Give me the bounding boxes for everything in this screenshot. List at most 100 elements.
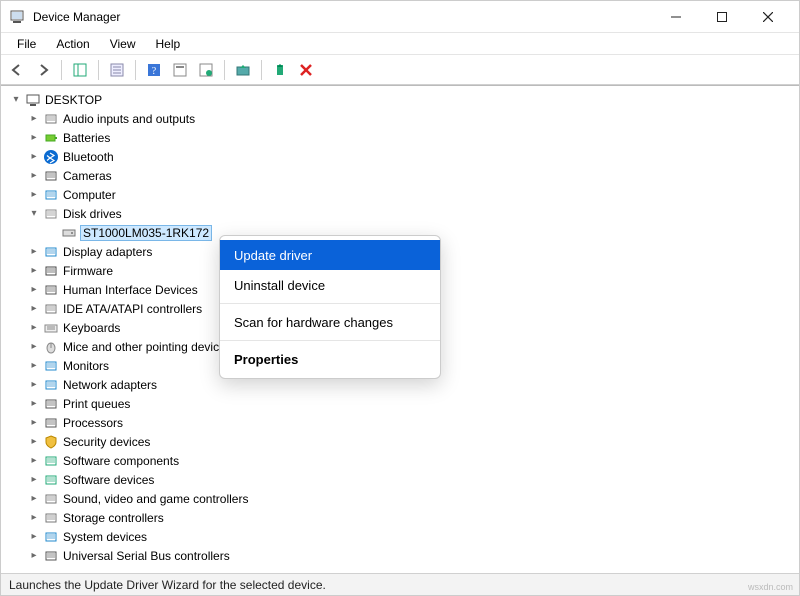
expander-closed-icon[interactable]: ▸: [27, 150, 41, 164]
forward-button[interactable]: [31, 58, 55, 82]
help-button[interactable]: ?: [142, 58, 166, 82]
expander-open-icon[interactable]: ▾: [27, 207, 41, 221]
category-label: Mice and other pointing devices: [63, 340, 232, 354]
tree-category[interactable]: ▾ Disk drives: [9, 204, 799, 223]
tree-category[interactable]: ▸ Software components: [9, 451, 799, 470]
expander-closed-icon[interactable]: ▸: [27, 416, 41, 430]
category-label: Processors: [63, 416, 123, 430]
category-icon: [43, 472, 59, 488]
expander-closed-icon[interactable]: ▸: [27, 492, 41, 506]
window-title: Device Manager: [33, 10, 120, 24]
tree-category[interactable]: ▸ Software devices: [9, 470, 799, 489]
maximize-button[interactable]: [699, 1, 745, 33]
tree-category[interactable]: ▸Cameras: [9, 166, 799, 185]
expander-closed-icon[interactable]: ▸: [27, 112, 41, 126]
menu-help[interactable]: Help: [146, 35, 191, 53]
category-icon: [43, 510, 59, 526]
tree-category[interactable]: ▸ Print queues: [9, 394, 799, 413]
back-button[interactable]: [5, 58, 29, 82]
expander-closed-icon[interactable]: ▸: [27, 302, 41, 316]
category-label: Bluetooth: [63, 150, 114, 164]
expander-closed-icon[interactable]: ▸: [27, 473, 41, 487]
category-icon: [43, 301, 59, 317]
tree-category[interactable]: ▸ Processors: [9, 413, 799, 432]
expander-closed-icon[interactable]: ▸: [27, 378, 41, 392]
category-label: Disk drives: [63, 207, 122, 221]
tree-root[interactable]: ▾ DESKTOP: [9, 90, 799, 109]
context-uninstall-device[interactable]: Uninstall device: [220, 270, 440, 300]
update-driver-button[interactable]: [231, 58, 255, 82]
tree-category[interactable]: ▸Sound, video and game controllers: [9, 489, 799, 508]
expander-closed-icon[interactable]: ▸: [27, 169, 41, 183]
expander-closed-icon[interactable]: ▸: [27, 454, 41, 468]
uninstall-device-button[interactable]: [294, 58, 318, 82]
category-icon: [43, 130, 59, 146]
menu-view[interactable]: View: [100, 35, 146, 53]
category-label: Universal Serial Bus controllers: [63, 549, 230, 563]
tree-category[interactable]: ▸System devices: [9, 527, 799, 546]
expander-closed-icon[interactable]: ▸: [27, 397, 41, 411]
category-label: Network adapters: [63, 378, 157, 392]
expander-closed-icon[interactable]: ▸: [27, 283, 41, 297]
tree-category[interactable]: ▸ Bluetooth: [9, 147, 799, 166]
context-properties[interactable]: Properties: [220, 344, 440, 374]
category-label: Human Interface Devices: [63, 283, 198, 297]
category-label: Software devices: [63, 473, 154, 487]
category-icon: [43, 168, 59, 184]
close-button[interactable]: [745, 1, 791, 33]
expander-closed-icon[interactable]: ▸: [27, 245, 41, 259]
category-label: Print queues: [63, 397, 130, 411]
expander-closed-icon[interactable]: ▸: [27, 530, 41, 544]
toolbar-separator: [98, 60, 99, 80]
expander-closed-icon[interactable]: ▸: [27, 264, 41, 278]
status-bar: Launches the Update Driver Wizard for th…: [1, 573, 799, 595]
category-label: Security devices: [63, 435, 150, 449]
category-icon: [43, 529, 59, 545]
category-icon: [43, 244, 59, 260]
tree-category[interactable]: ▸Batteries: [9, 128, 799, 147]
expander-closed-icon[interactable]: ▸: [27, 131, 41, 145]
context-separator: [220, 340, 440, 341]
category-label: Monitors: [63, 359, 109, 373]
properties-button[interactable]: [105, 58, 129, 82]
show-hide-tree-button[interactable]: [68, 58, 92, 82]
minimize-button[interactable]: [653, 1, 699, 33]
context-update-driver-label: Update driver: [234, 248, 312, 263]
computer-icon: [25, 92, 41, 108]
enable-device-button[interactable]: [268, 58, 292, 82]
context-scan-hardware[interactable]: Scan for hardware changes: [220, 307, 440, 337]
category-icon: [43, 491, 59, 507]
tree-category[interactable]: ▸ Security devices: [9, 432, 799, 451]
refresh-button[interactable]: [194, 58, 218, 82]
tree-category[interactable]: ▸Storage controllers: [9, 508, 799, 527]
expander-closed-icon[interactable]: ▸: [27, 435, 41, 449]
category-icon: [43, 206, 59, 222]
category-icon: [43, 548, 59, 564]
category-icon: [43, 358, 59, 374]
toolbar-separator: [261, 60, 262, 80]
expander-closed-icon[interactable]: ▸: [27, 340, 41, 354]
action-button[interactable]: [168, 58, 192, 82]
expander-closed-icon[interactable]: ▸: [27, 321, 41, 335]
tree-category[interactable]: ▸Audio inputs and outputs: [9, 109, 799, 128]
category-icon: [43, 263, 59, 279]
expander-closed-icon[interactable]: ▸: [27, 359, 41, 373]
expander-closed-icon[interactable]: ▸: [27, 511, 41, 525]
root-label: DESKTOP: [45, 93, 102, 107]
context-uninstall-device-label: Uninstall device: [234, 278, 325, 293]
svg-text:?: ?: [152, 66, 157, 77]
context-menu: Update driver Uninstall device Scan for …: [219, 235, 441, 379]
category-label: Software components: [63, 454, 179, 468]
context-update-driver[interactable]: Update driver: [220, 240, 440, 270]
menu-file[interactable]: File: [7, 35, 46, 53]
menu-action[interactable]: Action: [46, 35, 99, 53]
tree-category[interactable]: ▸ Universal Serial Bus controllers: [9, 546, 799, 565]
expander-closed-icon[interactable]: ▸: [27, 188, 41, 202]
category-icon: [43, 396, 59, 412]
context-separator: [220, 303, 440, 304]
tree-category[interactable]: ▸Computer: [9, 185, 799, 204]
category-label: Firmware: [63, 264, 113, 278]
title-bar: Device Manager: [1, 1, 799, 33]
expander-open-icon[interactable]: ▾: [9, 93, 23, 107]
expander-closed-icon[interactable]: ▸: [27, 549, 41, 563]
